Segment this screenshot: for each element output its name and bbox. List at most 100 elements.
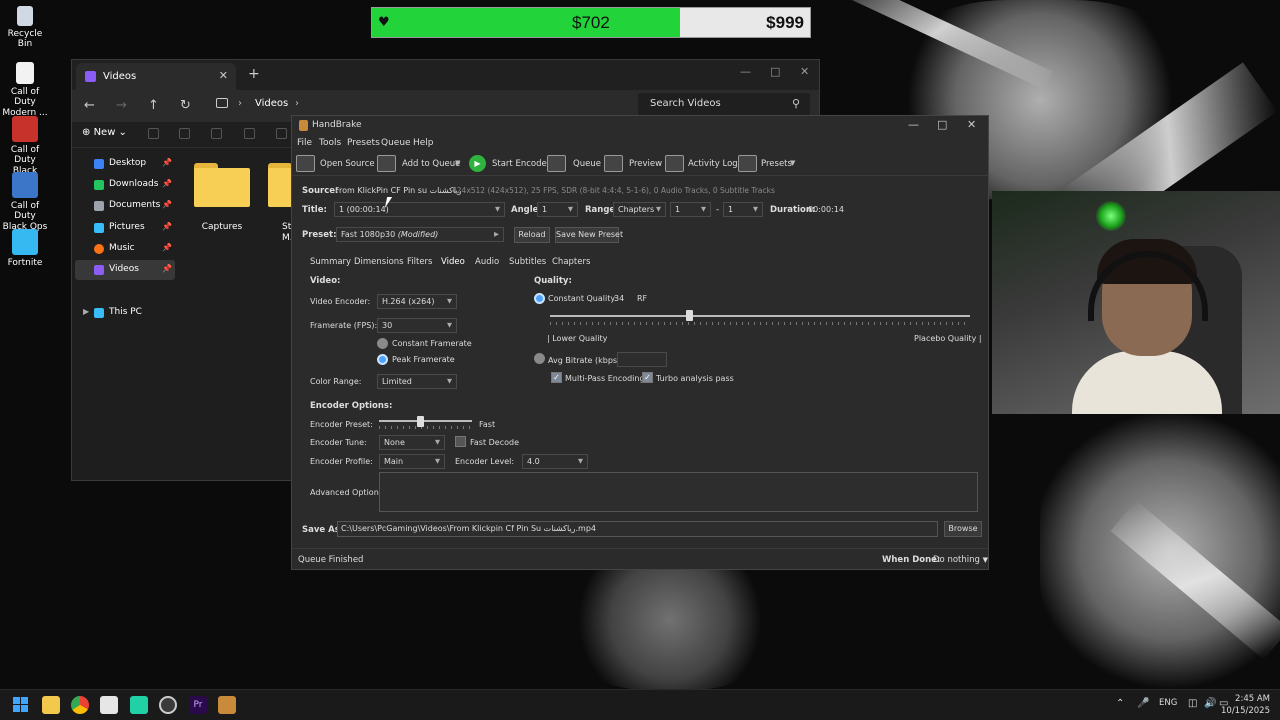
constant-quality-radio[interactable] — [534, 293, 545, 304]
video-encoder-select[interactable]: H.264 (x264) ▼ — [377, 294, 457, 309]
maximize-icon[interactable]: □ — [937, 118, 947, 131]
new-tab-icon[interactable]: + — [248, 66, 260, 82]
app-taskbar-icon[interactable] — [130, 696, 148, 714]
search-box[interactable]: Search Videos ⚲ — [638, 93, 810, 117]
network-icon[interactable]: ◫ — [1188, 698, 1197, 709]
tab-video[interactable]: Video — [441, 257, 465, 267]
sidebar-item-downloads[interactable]: Downloads 📌 — [75, 175, 175, 195]
tab-audio[interactable]: Audio — [475, 257, 499, 267]
close-tab-icon[interactable]: ✕ — [219, 69, 228, 82]
encoder-preset-slider-track[interactable] — [379, 420, 472, 422]
reload-button[interactable]: Reload — [514, 227, 550, 243]
add-to-queue-button[interactable]: Add to Queue ▼ — [377, 155, 463, 173]
avg-bitrate-radio[interactable] — [534, 353, 545, 364]
caret-down-icon[interactable]: ▼ — [455, 159, 460, 167]
premiere-taskbar-icon[interactable]: Pr — [189, 696, 207, 714]
tab-filters[interactable]: Filters — [407, 257, 432, 267]
back-arrow-icon[interactable]: ← — [84, 98, 95, 113]
clock[interactable]: 2:45 AM 10/15/2025 — [1221, 693, 1270, 717]
sidebar-item-this-pc[interactable]: ▶ This PC — [75, 303, 175, 323]
browse-button[interactable]: Browse — [944, 521, 982, 537]
title-select[interactable]: 1 (00:00:14) ▼ — [334, 202, 505, 217]
desktop-icon-cod-black-ops-2[interactable]: Call of Duty Black Ops — [2, 172, 48, 232]
sidebar-item-music[interactable]: Music 📌 — [75, 239, 175, 259]
encoder-preset-slider-thumb[interactable] — [416, 416, 424, 427]
desktop-icon-cod-modern[interactable]: Call of Duty Modern ... — [2, 62, 48, 118]
desktop-icon-fortnite[interactable]: Fortnite — [2, 229, 48, 268]
chevron-up-icon[interactable]: ⌃ — [1116, 698, 1124, 709]
minimize-icon[interactable]: — — [908, 118, 919, 131]
multipass-checkbox[interactable]: ✓ — [551, 372, 562, 383]
quality-slider-track[interactable] — [550, 315, 970, 317]
folder-second[interactable]: St... M... — [268, 163, 292, 244]
language-indicator[interactable]: ENG — [1159, 698, 1177, 708]
paste-icon[interactable] — [211, 128, 222, 139]
framerate-select[interactable]: 30 ▼ — [377, 318, 457, 333]
constant-framerate-radio[interactable] — [377, 338, 388, 349]
address-bar[interactable]: › Videos › — [206, 93, 634, 117]
save-as-input[interactable]: C:\Users\PcGaming\Videos\From Klickpin C… — [337, 521, 938, 537]
sidebar-item-pictures[interactable]: Pictures 📌 — [75, 218, 175, 238]
menu-presets[interactable]: Presets — [347, 138, 380, 148]
volume-icon[interactable]: 🔊 — [1204, 698, 1216, 709]
tab-summary[interactable]: Summary — [310, 257, 351, 267]
turbo-checkbox[interactable]: ✓ — [642, 372, 653, 383]
start-button[interactable] — [13, 697, 29, 713]
quality-slider-thumb[interactable] — [685, 310, 693, 321]
preview-button[interactable]: Preview — [604, 155, 662, 173]
peak-framerate-radio[interactable] — [377, 354, 388, 365]
encoder-tune-select[interactable]: None ▼ — [379, 435, 445, 450]
range-end-select[interactable]: 1 ▼ — [723, 202, 763, 217]
close-icon[interactable]: ✕ — [800, 65, 809, 78]
breadcrumb-videos[interactable]: Videos — [255, 98, 288, 109]
start-encode-button[interactable]: ▶ Start Encode — [469, 155, 547, 173]
folder-captures[interactable]: Captures — [192, 163, 252, 232]
obs-taskbar-icon[interactable] — [159, 696, 177, 714]
preset-select[interactable]: Fast 1080p30 (Modified) ▶ — [336, 227, 504, 242]
menu-help[interactable]: Help — [413, 138, 434, 148]
sidebar-item-desktop[interactable]: Desktop 📌 — [75, 154, 175, 174]
share-icon[interactable] — [276, 128, 287, 139]
up-arrow-icon[interactable]: ↑ — [148, 98, 159, 113]
explorer-tab-videos[interactable]: Videos ✕ — [76, 63, 236, 90]
cut-icon[interactable] — [148, 128, 159, 139]
tab-dimensions[interactable]: Dimensions — [354, 257, 404, 267]
sidebar-item-videos[interactable]: Videos 📌 — [75, 260, 175, 280]
advanced-options-textarea[interactable] — [379, 472, 978, 512]
capcut-taskbar-icon[interactable] — [100, 696, 118, 714]
new-button[interactable]: ⊕ New ⌄ — [82, 127, 127, 138]
range-start-select[interactable]: 1 ▼ — [670, 202, 711, 217]
menu-queue[interactable]: Queue — [381, 138, 411, 148]
avg-bitrate-input[interactable] — [617, 352, 667, 367]
menu-file[interactable]: File — [297, 138, 312, 148]
save-new-preset-button[interactable]: Save New Preset — [555, 227, 623, 243]
microphone-icon[interactable]: 🎤 — [1137, 698, 1149, 709]
minimize-icon[interactable]: — — [740, 65, 751, 78]
sidebar-item-documents[interactable]: Documents 📌 — [75, 196, 175, 216]
maximize-icon[interactable]: □ — [770, 65, 780, 78]
range-type-select[interactable]: Chapters ▼ — [613, 202, 666, 217]
fast-decode-checkbox[interactable] — [455, 436, 466, 447]
when-done-select[interactable]: Do nothing ▼ — [933, 555, 988, 565]
copy-icon[interactable] — [179, 128, 190, 139]
close-icon[interactable]: ✕ — [967, 118, 976, 131]
encoder-profile-select[interactable]: Main ▼ — [379, 454, 445, 469]
color-range-select[interactable]: Limited ▼ — [377, 374, 457, 389]
refresh-icon[interactable]: ↻ — [180, 98, 191, 113]
tab-chapters[interactable]: Chapters — [552, 257, 590, 267]
menu-tools[interactable]: Tools — [319, 138, 341, 148]
caret-down-icon[interactable]: ▼ — [790, 159, 795, 167]
handbrake-taskbar-icon[interactable] — [218, 696, 236, 714]
forward-arrow-icon[interactable]: → — [116, 98, 127, 113]
angle-select[interactable]: 1 ▼ — [537, 202, 578, 217]
chrome-taskbar-icon[interactable] — [71, 696, 89, 714]
chevron-right-icon[interactable]: ▶ — [83, 307, 89, 316]
rename-icon[interactable] — [244, 128, 255, 139]
presets-button[interactable]: Presets ▼ — [738, 155, 798, 173]
open-source-button[interactable]: Open Source — [296, 155, 375, 173]
encoder-level-select[interactable]: 4.0 ▼ — [522, 454, 588, 469]
activity-log-button[interactable]: Activity Log — [665, 155, 738, 173]
desktop-icon-recycle-bin[interactable]: Recycle Bin — [2, 6, 48, 50]
chevron-right-icon[interactable]: › — [295, 98, 299, 109]
file-explorer-taskbar-icon[interactable] — [42, 696, 60, 714]
